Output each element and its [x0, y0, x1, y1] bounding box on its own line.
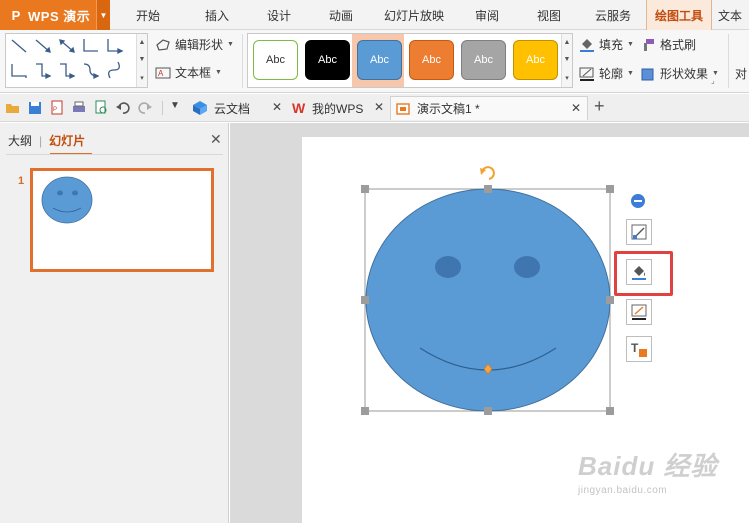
text-format-icon: T: [631, 341, 647, 357]
quick-text-button[interactable]: T: [626, 336, 652, 362]
shape-style-icon: [631, 224, 647, 240]
smiley-left-eye: [435, 256, 461, 278]
outline-pen-icon: [631, 304, 647, 320]
svg-text:T: T: [631, 341, 639, 355]
quick-style-button[interactable]: [626, 219, 652, 245]
smiley-face[interactable]: [365, 188, 611, 412]
rotate-handle-icon[interactable]: [480, 166, 495, 180]
fill-button-highlight: [614, 251, 673, 296]
quick-outline-button[interactable]: [626, 299, 652, 325]
watermark-url: jingyan.baidu.com: [578, 485, 668, 496]
watermark-brand: Baidu 经验: [578, 451, 718, 481]
watermark: Baidu 经验 jingyan.baidu.com: [578, 446, 717, 496]
smiley-right-eye: [514, 256, 540, 278]
collapse-minus-icon[interactable]: [630, 193, 646, 209]
